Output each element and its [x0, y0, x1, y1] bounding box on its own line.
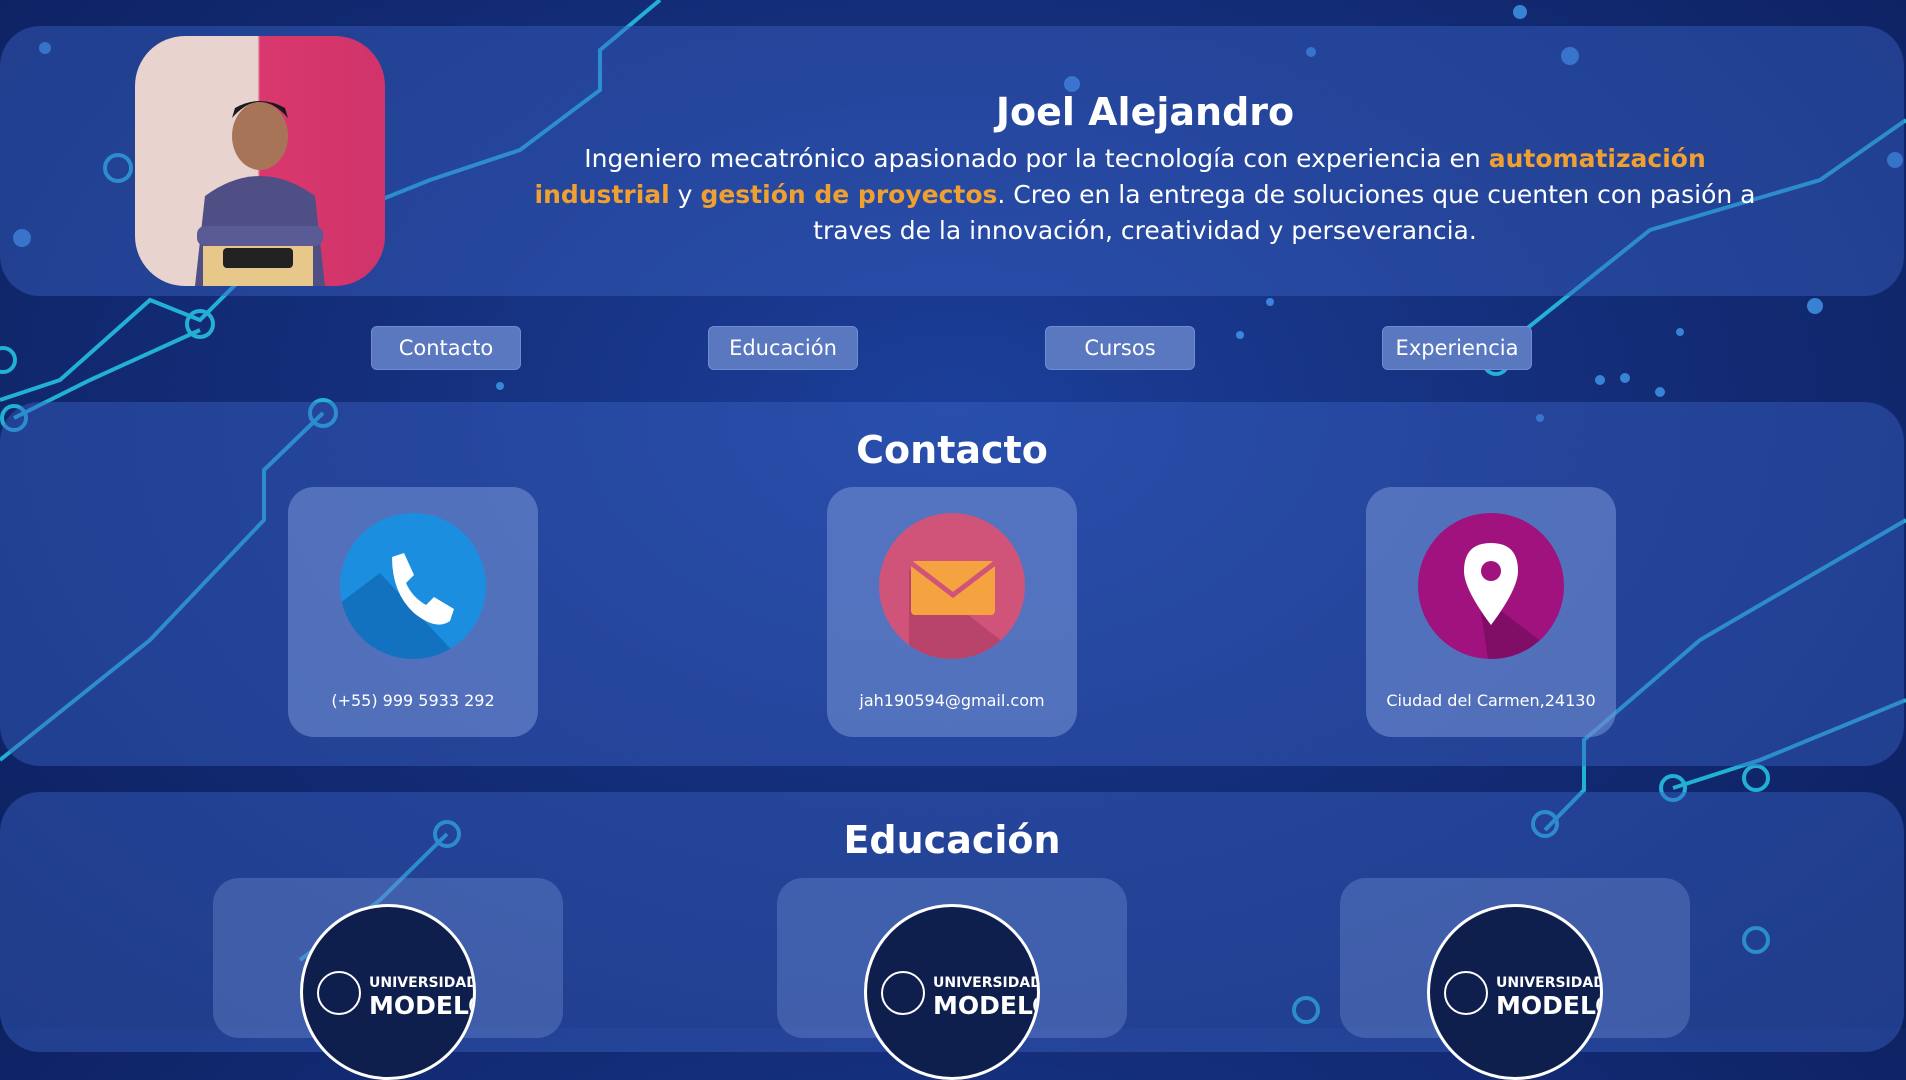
university-logo: UNIVERSIDAD MODELO: [1427, 904, 1603, 1080]
location-text: Ciudad del Carmen,24130: [1386, 691, 1596, 710]
education-card[interactable]: UNIVERSIDAD MODELO: [1340, 878, 1690, 1080]
logo-text-bottom: MODELO: [933, 991, 1037, 1020]
contact-title: Contacto: [856, 428, 1048, 472]
phone-icon: [340, 513, 486, 659]
mail-icon: [879, 513, 1025, 659]
university-seal-icon: [1444, 971, 1488, 1015]
logo-text-top: UNIVERSIDAD: [1496, 975, 1603, 991]
logo-text-top: UNIVERSIDAD: [369, 975, 476, 991]
education-card[interactable]: UNIVERSIDAD MODELO: [777, 878, 1127, 1080]
email-address: jah190594@gmail.com: [859, 691, 1045, 710]
nav-button-experiencia[interactable]: Experiencia: [1382, 326, 1532, 370]
profile-bio: Ingeniero mecatrónico apasionado por la …: [520, 141, 1770, 249]
university-logo: UNIVERSIDAD MODELO: [300, 904, 476, 1080]
profile-name: Joel Alejandro: [995, 90, 1295, 134]
education-card[interactable]: UNIVERSIDAD MODELO: [213, 878, 563, 1080]
nav-button-educacion[interactable]: Educación: [708, 326, 858, 370]
location-pin-icon: [1418, 513, 1564, 659]
bio-text: Ingeniero mecatrónico apasionado por la …: [584, 144, 1489, 173]
logo-text-bottom: MODELO: [1496, 991, 1600, 1020]
bio-highlight-projects: gestión de proyectos: [700, 180, 998, 209]
education-title: Educación: [843, 818, 1061, 862]
bio-text: y: [669, 180, 701, 209]
person-avatar-icon: [195, 101, 325, 286]
phone-number: (+55) 999 5933 292: [331, 691, 495, 710]
university-logo: UNIVERSIDAD MODELO: [864, 904, 1040, 1080]
profile-photo: [135, 36, 385, 286]
university-seal-icon: [881, 971, 925, 1015]
nav-button-contacto[interactable]: Contacto: [371, 326, 521, 370]
logo-text-bottom: MODELO: [369, 991, 473, 1020]
contact-card-location[interactable]: Ciudad del Carmen,24130: [1366, 487, 1616, 737]
university-seal-icon: [317, 971, 361, 1015]
contact-card-phone[interactable]: (+55) 999 5933 292: [288, 487, 538, 737]
contact-card-email[interactable]: jah190594@gmail.com: [827, 487, 1077, 737]
nav-button-cursos[interactable]: Cursos: [1045, 326, 1195, 370]
logo-text-top: UNIVERSIDAD: [933, 975, 1040, 991]
